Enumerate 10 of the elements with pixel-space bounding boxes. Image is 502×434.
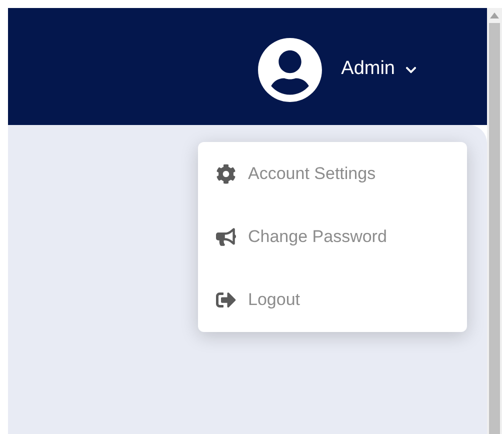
menu-item[interactable]: Logout [216,280,300,320]
user-menu-button[interactable]: Admin [257,36,417,102]
settings-icon [216,164,236,184]
menu-item[interactable]: Change Password [216,216,387,258]
scrollbar[interactable] [487,8,502,434]
logout-icon [216,290,236,310]
scrollbar-thumb[interactable] [489,23,500,434]
megaphone-icon [216,227,236,247]
menu-item[interactable]: Account Settings [216,154,376,194]
avatar-icon [257,36,324,102]
